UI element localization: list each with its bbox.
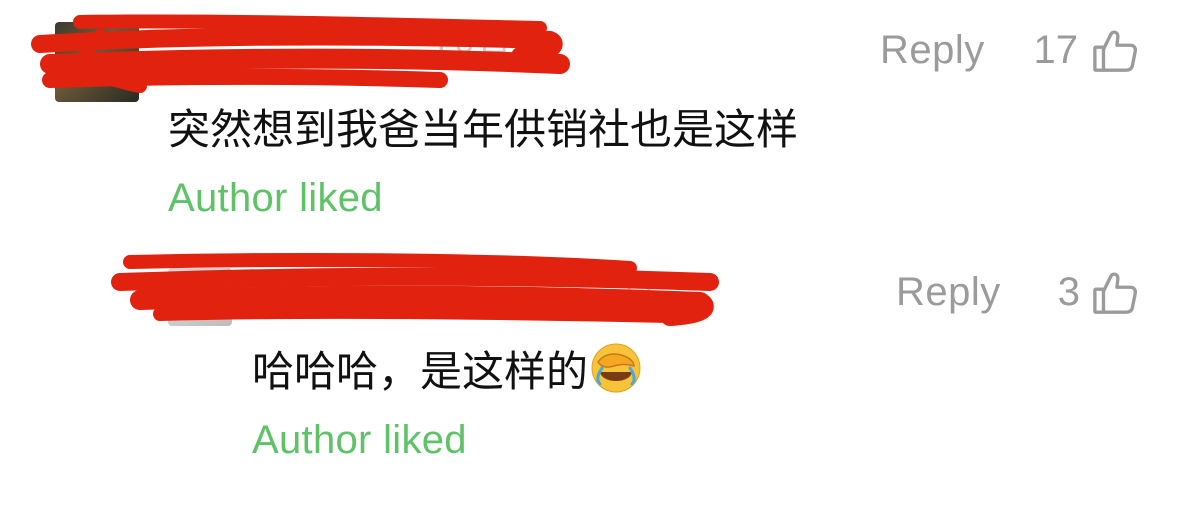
thumbs-up-icon[interactable] [1092, 28, 1138, 74]
reply-button[interactable]: Reply [880, 28, 985, 73]
comment-text: 哈哈哈，是这样的 [252, 338, 642, 399]
author-liked-label: Author liked [168, 176, 383, 220]
thumbs-up-icon[interactable] [1092, 270, 1138, 316]
comment-date: 日 [622, 274, 658, 314]
comment-text-content: 哈哈哈，是这样的 [252, 347, 589, 396]
comment-date: 18日 [430, 34, 514, 74]
author-liked-label: Author liked [252, 418, 467, 462]
avatar[interactable] [168, 268, 232, 326]
comment-text: 突然想到我爸当年供销社也是这样 [168, 105, 799, 154]
facepalm-laughing-emoji [591, 343, 641, 393]
avatar[interactable] [55, 22, 139, 102]
like-count: 3 [1057, 270, 1080, 314]
reply-button[interactable]: Reply [896, 270, 1001, 315]
like-count: 17 [1033, 28, 1079, 72]
